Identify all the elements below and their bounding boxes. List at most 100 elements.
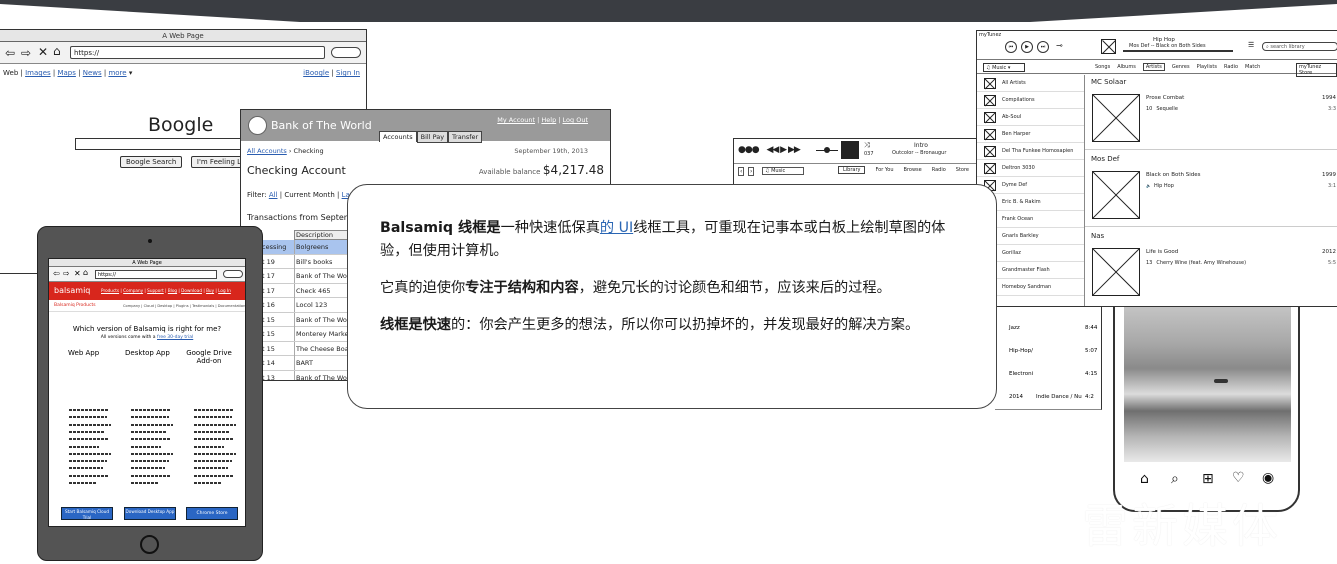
mytunez-tab[interactable]: Albums: [1117, 64, 1136, 70]
tablet-back-icon[interactable]: ⇦: [53, 269, 60, 278]
tablet-url-input[interactable]: https://: [95, 270, 217, 279]
mytunez-search-input[interactable]: ⌕ search library: [1262, 42, 1337, 51]
rewind-icon[interactable]: ◀◀: [766, 145, 779, 155]
link-web[interactable]: Web: [3, 69, 18, 77]
artist-item[interactable]: Del Tha Funkee Homosapien: [977, 143, 1084, 160]
nav-back-icon[interactable]: ‹: [738, 167, 745, 176]
mytunez-tab[interactable]: Genres: [1172, 64, 1190, 70]
next-icon[interactable]: ⏭: [1037, 41, 1049, 53]
close-icon[interactable]: ✕: [38, 45, 48, 59]
home-icon[interactable]: ⌂: [53, 44, 61, 58]
prev-icon[interactable]: ⏮: [1005, 41, 1017, 53]
balsamiq-nav-item[interactable]: Support: [147, 288, 164, 293]
balsamiq-nav-item[interactable]: Log In: [218, 288, 231, 293]
artist-item[interactable]: Deltron 3030: [977, 160, 1084, 177]
artist-item[interactable]: Ben Harper: [977, 126, 1084, 143]
genre-row[interactable]: Electroni 4:15: [995, 363, 1102, 386]
chrome-store-button[interactable]: Chrome Store: [186, 507, 238, 520]
balsamiq-subnav-item[interactable]: Plugins: [176, 304, 189, 308]
table-row[interactable]: t 17 Bank of The World: [262, 269, 357, 284]
filter-all[interactable]: All: [269, 191, 278, 199]
tablet-close-icon[interactable]: ✕: [74, 269, 81, 278]
link-more[interactable]: more: [108, 69, 126, 77]
home-button[interactable]: [140, 535, 159, 554]
home-tab-icon[interactable]: ⌂: [1140, 471, 1149, 487]
list-icon[interactable]: ☰: [1248, 41, 1254, 49]
balsamiq-nav-item[interactable]: Buy: [206, 288, 214, 293]
track-row[interactable]: 10 Sequelle: [1146, 106, 1178, 112]
logout-link[interactable]: Log Out: [563, 116, 588, 124]
link-iboogle[interactable]: iBoogle: [303, 69, 329, 77]
mytunez-tab[interactable]: Playlists: [1197, 64, 1217, 70]
balsamiq-subnav-item[interactable]: Cloud: [144, 304, 154, 308]
profile-tab-icon[interactable]: ◉: [1262, 470, 1274, 486]
shuffle-icon[interactable]: ⤨: [864, 141, 870, 150]
genre-row[interactable]: Hip-Hop/5:07: [995, 340, 1102, 363]
table-row[interactable]: t 15 Monterey Market: [262, 327, 357, 342]
mytunez-tab[interactable]: Artists: [1142, 63, 1165, 71]
tab-accounts[interactable]: Accounts: [379, 131, 417, 142]
player-tab[interactable]: For You: [875, 167, 893, 173]
help-link[interactable]: Help: [541, 116, 556, 124]
balsamiq-subnav-item[interactable]: Documentation: [218, 304, 245, 308]
play-circle-icon[interactable]: ▶: [1021, 41, 1033, 53]
artist-item[interactable]: Ab-Soul: [977, 109, 1084, 126]
track-row[interactable]: 🔈 Hip Hop: [1146, 183, 1174, 189]
tablet-forward-icon[interactable]: ⇨: [63, 269, 70, 278]
table-row[interactable]: t 15 The Cheese Board: [262, 341, 357, 356]
my-account-link[interactable]: My Account: [497, 116, 535, 124]
start-cloud-trial-button[interactable]: Start Balsamiq Cloud Trial: [61, 507, 113, 520]
link-signin[interactable]: Sign In: [336, 69, 360, 77]
table-row[interactable]: t 15 Bank of The World: [262, 312, 357, 327]
all-accounts-link[interactable]: All Accounts: [247, 147, 287, 155]
player-tab[interactable]: Radio: [932, 167, 946, 173]
browser-search-input[interactable]: [331, 47, 361, 58]
url-input[interactable]: https://: [70, 46, 325, 59]
ui-link[interactable]: 的 UI: [600, 220, 633, 236]
boogle-search-button[interactable]: Boogle Search: [120, 156, 183, 168]
heart-tab-icon[interactable]: ♡: [1232, 470, 1245, 486]
genre-row[interactable]: Jazz 8:44: [995, 317, 1102, 340]
tab-bill-pay[interactable]: Bill Pay: [416, 131, 449, 143]
mytunez-tab[interactable]: Songs: [1095, 64, 1110, 70]
tablet-search-input[interactable]: [223, 270, 243, 278]
balsamiq-subnav-item[interactable]: Desktop: [157, 304, 172, 308]
artist-item[interactable]: Compilations: [977, 92, 1084, 109]
search-tab-icon[interactable]: ⌕: [1171, 471, 1179, 487]
mytunez-tab[interactable]: Radio: [1224, 64, 1238, 70]
link-maps[interactable]: Maps: [57, 69, 75, 77]
balsamiq-subnav-item[interactable]: Company: [123, 304, 140, 308]
tab-transfer[interactable]: Transfer: [448, 131, 483, 143]
table-row[interactable]: t 13 Bank of The World: [262, 370, 357, 380]
progress-bar[interactable]: [1123, 50, 1233, 52]
table-row[interactable]: t 14 BART: [262, 356, 357, 371]
balsamiq-nav-item[interactable]: Products: [101, 288, 119, 293]
nav-forward-icon[interactable]: ›: [748, 167, 755, 176]
balsamiq-subnav-item[interactable]: Testimonials: [192, 304, 214, 308]
play-icon[interactable]: ▶: [780, 145, 787, 155]
volume-knob[interactable]: [824, 147, 830, 153]
music-source-select[interactable]: ♫ Music ▾: [983, 63, 1025, 72]
filter-month[interactable]: Current Month: [284, 191, 334, 199]
back-icon[interactable]: ⇦: [5, 46, 15, 60]
download-desktop-button[interactable]: Download Desktop App: [124, 507, 176, 520]
balsamiq-nav-item[interactable]: Blog: [168, 288, 177, 293]
table-row[interactable]: t 19 Bill's books: [262, 254, 357, 269]
player-tab[interactable]: Browse: [904, 167, 922, 173]
add-tab-icon[interactable]: ⊞: [1202, 471, 1214, 487]
table-row[interactable]: t 17 Check 465: [262, 283, 357, 298]
trial-link[interactable]: free 30-day trial: [157, 335, 193, 340]
player-tab[interactable]: Store: [956, 167, 969, 173]
link-images[interactable]: Images: [25, 69, 51, 77]
volume-icon[interactable]: ⊸: [1056, 41, 1063, 50]
player-tab[interactable]: Library: [838, 166, 866, 174]
balsamiq-nav-item[interactable]: Company: [123, 288, 143, 293]
balsamiq-nav-item[interactable]: Download: [181, 288, 202, 293]
forward-skip-icon[interactable]: ▶▶: [788, 145, 801, 155]
artist-item[interactable]: All Artists: [977, 75, 1084, 92]
source-select[interactable]: ♫ Music: [762, 167, 804, 175]
link-news[interactable]: News: [83, 69, 102, 77]
table-row[interactable]: t 16 Locol 123: [262, 298, 357, 313]
tablet-home-icon[interactable]: ⌂: [83, 268, 88, 277]
track-row[interactable]: 13 Cherry Wine (feat. Amy Winehouse): [1146, 260, 1246, 266]
